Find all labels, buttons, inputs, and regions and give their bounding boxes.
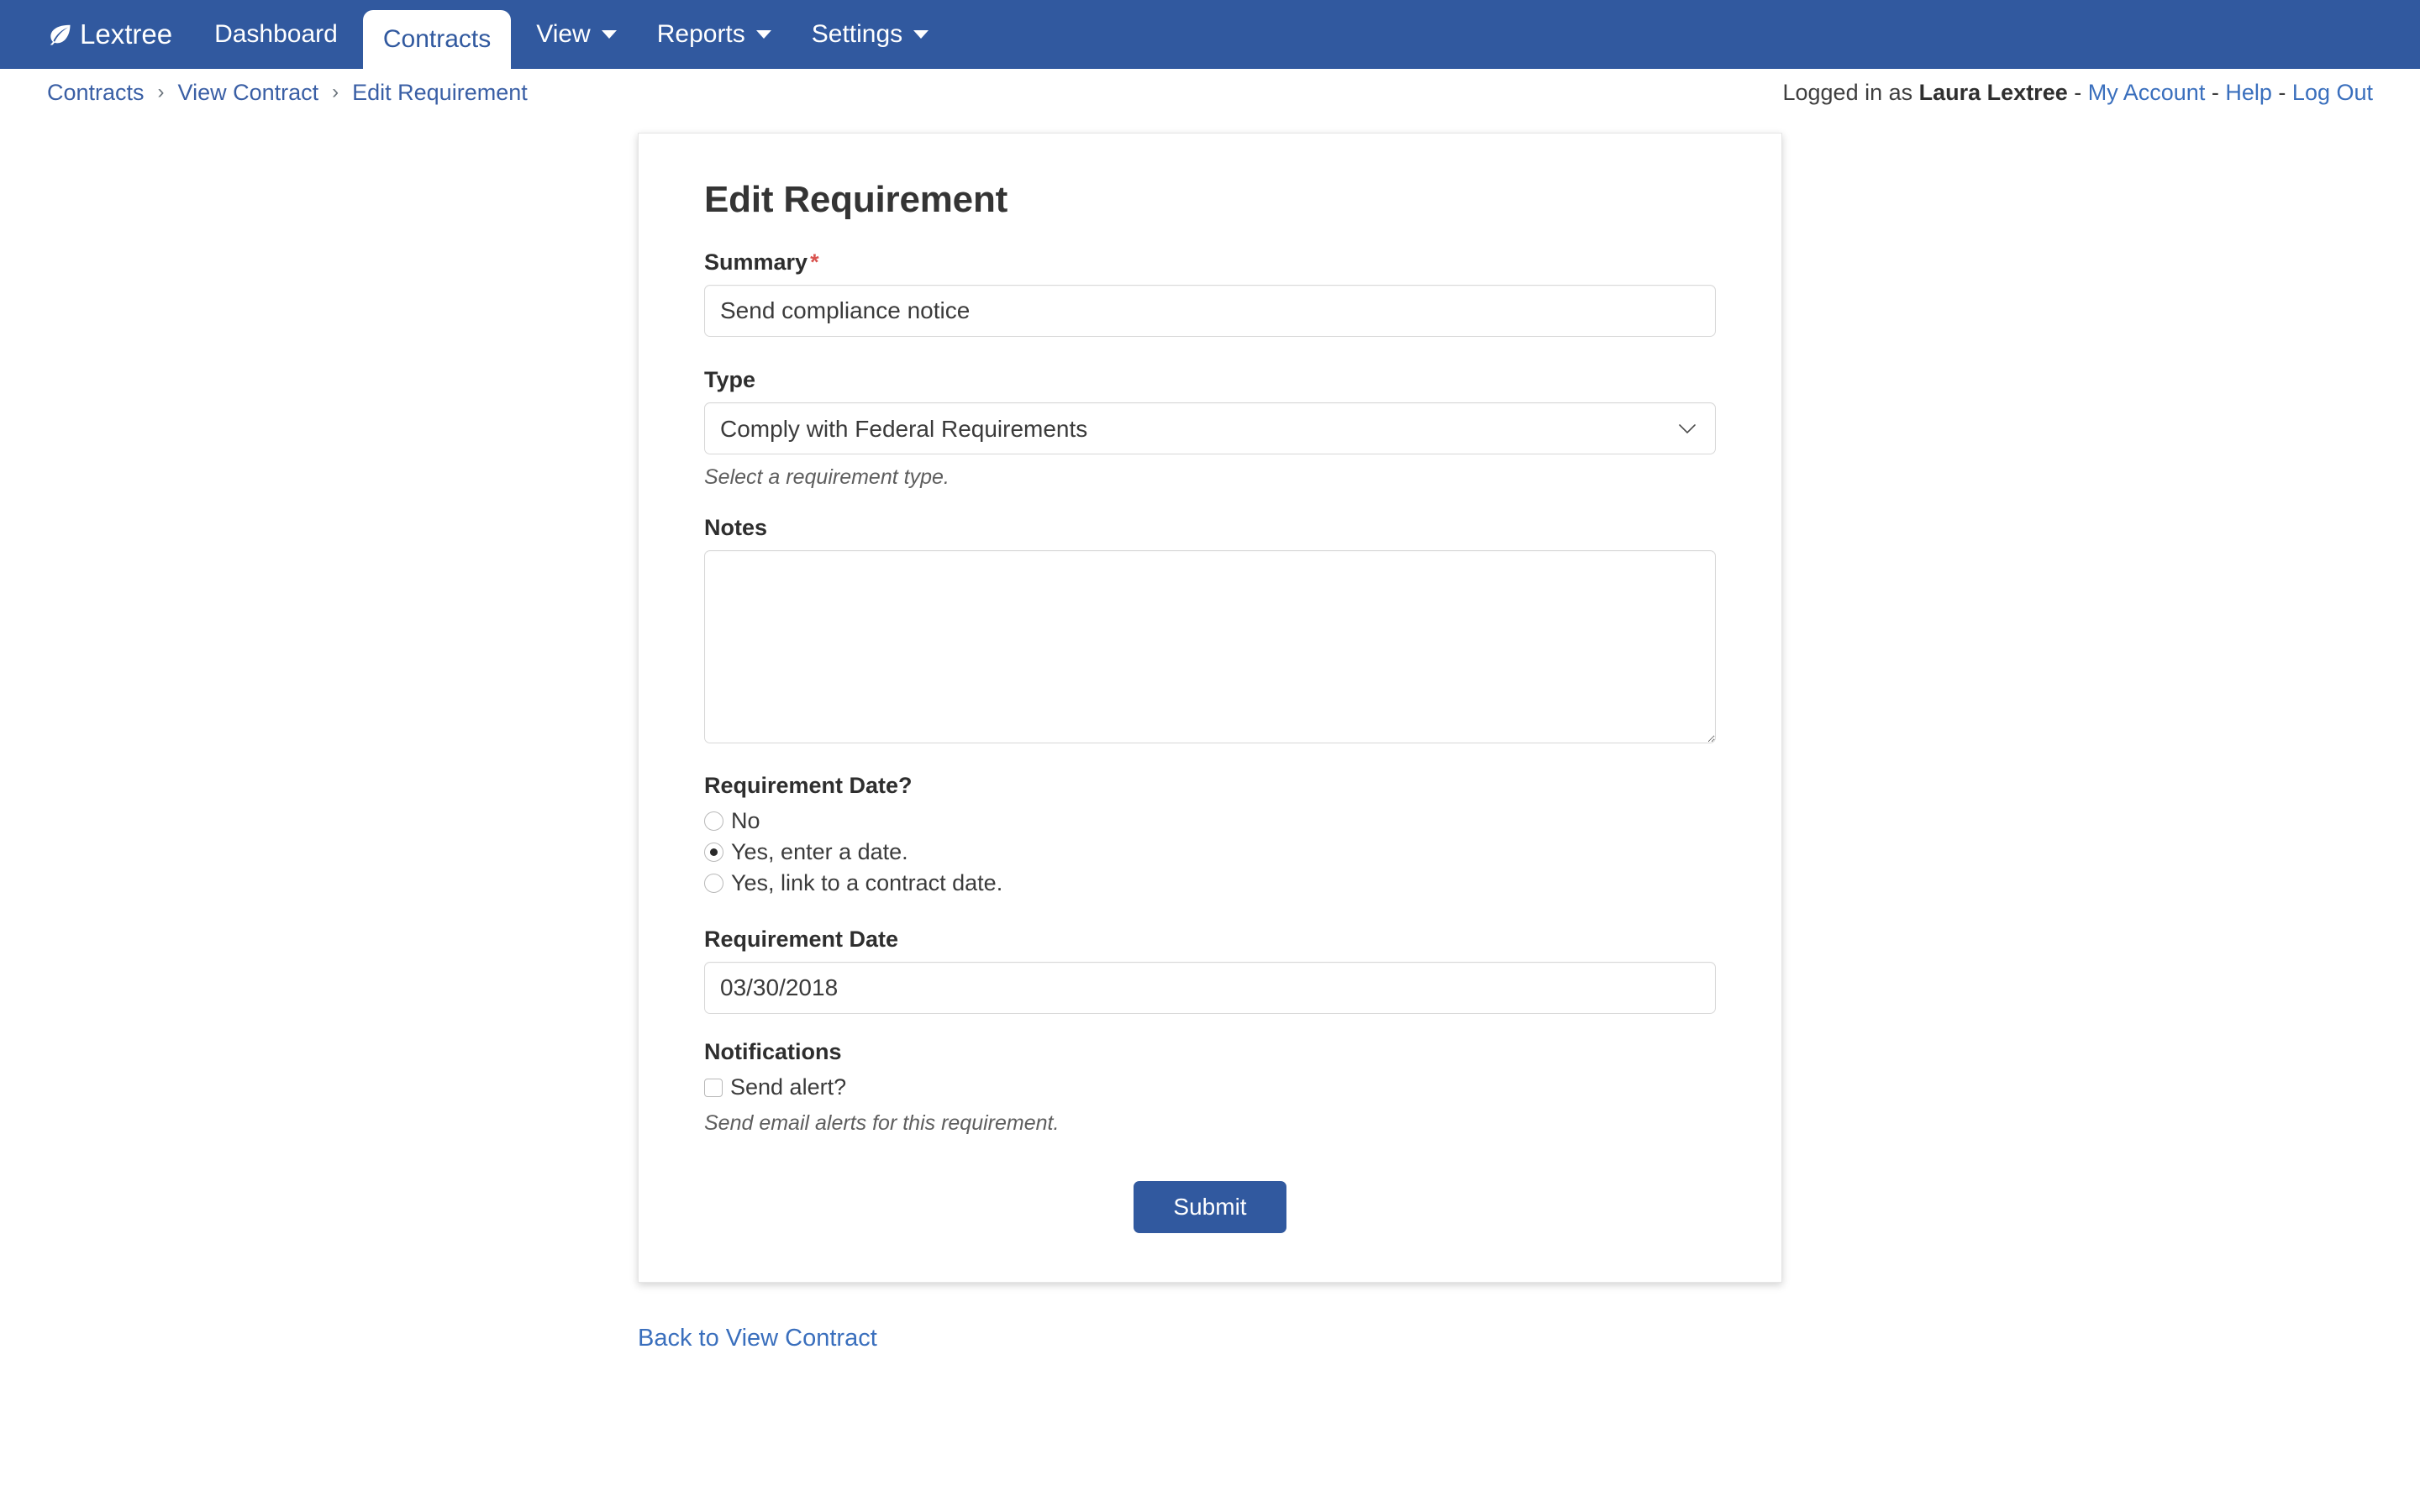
type-help-text: Select a requirement type. xyxy=(704,465,950,489)
radio-option-no[interactable]: No xyxy=(704,808,1716,834)
type-label: Type xyxy=(704,367,756,392)
summary-label-text: Summary xyxy=(704,249,808,275)
notes-field-group: Notes xyxy=(704,515,1716,748)
top-navigation-bar: Lextree Dashboard Contracts View Reports… xyxy=(0,0,2420,69)
help-link[interactable]: Help xyxy=(2225,80,2272,105)
breadcrumb-item-contracts[interactable]: Contracts xyxy=(47,80,145,106)
nav-item-view[interactable]: View xyxy=(516,0,636,69)
requirement-date-label: Requirement Date xyxy=(704,927,899,952)
logged-in-prefix: Logged in as xyxy=(1782,79,1913,105)
notifications-label: Notifications xyxy=(704,1039,842,1064)
page-title: Edit Requirement xyxy=(704,179,1008,220)
radio-option-enter-date[interactable]: Yes, enter a date. xyxy=(704,839,1716,865)
my-account-link[interactable]: My Account xyxy=(2088,80,2206,105)
summary-input[interactable] xyxy=(704,285,1716,337)
radio-option-link-contract-date[interactable]: Yes, link to a contract date. xyxy=(704,870,1716,896)
requirement-date-input[interactable] xyxy=(704,962,1716,1014)
footer-links: Back to View Contract xyxy=(638,1283,1782,1352)
send-alert-checkbox-row[interactable]: Send alert? xyxy=(704,1074,1716,1100)
submit-button-container: Submit xyxy=(704,1181,1716,1233)
breadcrumb-separator-icon: › xyxy=(157,81,165,103)
required-asterisk-icon: * xyxy=(810,249,819,275)
breadcrumb-item-edit-requirement[interactable]: Edit Requirement xyxy=(352,80,528,106)
radio-option-no-label: No xyxy=(731,808,760,833)
brand-label: Lextree xyxy=(80,18,173,50)
type-select[interactable]: Comply with Federal Requirements xyxy=(704,402,1716,454)
breadcrumb-item-view-contract[interactable]: View Contract xyxy=(178,80,319,106)
notifications-help-text: Send email alerts for this requirement. xyxy=(704,1111,1060,1135)
userbar-separator: - xyxy=(2211,79,2219,105)
breadcrumb-separator-icon: › xyxy=(332,81,339,103)
chevron-down-icon xyxy=(913,30,929,39)
notes-textarea[interactable] xyxy=(704,550,1716,743)
submit-button[interactable]: Submit xyxy=(1134,1181,1286,1233)
send-alert-label: Send alert? xyxy=(730,1074,847,1100)
requirement-date-field-group: Requirement Date xyxy=(704,927,1716,1014)
nav-item-settings[interactable]: Settings xyxy=(792,0,949,69)
sub-header-bar: Contracts › View Contract › Edit Require… xyxy=(0,69,2420,116)
checkbox-icon[interactable] xyxy=(704,1078,723,1097)
requirement-date-question-label: Requirement Date? xyxy=(704,773,913,798)
radio-option-link-contract-date-label: Yes, link to a contract date. xyxy=(731,870,1003,895)
radio-icon-selected[interactable] xyxy=(704,843,723,862)
radio-icon[interactable] xyxy=(704,874,723,893)
nav-item-contracts-label: Contracts xyxy=(382,25,492,53)
leaf-icon xyxy=(47,22,72,47)
summary-field-group: Summary * xyxy=(704,249,1716,337)
page-content: Edit Requirement Summary* Type Comply wi… xyxy=(0,116,2420,1352)
breadcrumb: Contracts › View Contract › Edit Require… xyxy=(47,80,528,106)
logged-in-user-name: Laura Lextree xyxy=(1918,79,2068,105)
radio-icon[interactable] xyxy=(704,811,723,831)
nav-item-settings-label: Settings xyxy=(811,20,903,48)
radio-option-enter-date-label: Yes, enter a date. xyxy=(731,839,908,864)
type-select-wrapper: Comply with Federal Requirements xyxy=(704,402,1716,454)
log-out-link[interactable]: Log Out xyxy=(2292,80,2373,105)
brand-logo-link[interactable]: Lextree xyxy=(47,0,194,69)
userbar-separator: - xyxy=(2278,79,2286,105)
chevron-down-icon xyxy=(601,30,617,39)
back-to-view-contract-link[interactable]: Back to View Contract xyxy=(638,1325,877,1352)
nav-item-view-label: View xyxy=(536,20,591,48)
nav-item-dashboard-label: Dashboard xyxy=(214,20,338,48)
userbar-separator: - xyxy=(2074,79,2082,105)
edit-requirement-card: Edit Requirement Summary* Type Comply wi… xyxy=(638,133,1782,1283)
requirement-date-question-group: Requirement Date? No Yes, enter a date. … xyxy=(704,773,1716,896)
user-session-bar: Logged in as Laura Lextree - My Account … xyxy=(1782,80,2373,106)
notifications-field-group: Notifications Send alert? Send email ale… xyxy=(704,1039,1716,1136)
summary-label: Summary * xyxy=(704,249,1716,276)
chevron-down-icon xyxy=(755,30,771,39)
notes-label: Notes xyxy=(704,515,768,540)
nav-item-contracts[interactable]: Contracts xyxy=(362,10,512,69)
nav-item-reports[interactable]: Reports xyxy=(637,0,792,69)
type-field-group: Type Comply with Federal Requirements Se… xyxy=(704,367,1716,490)
nav-item-dashboard[interactable]: Dashboard xyxy=(194,0,358,69)
nav-item-reports-label: Reports xyxy=(656,20,745,48)
nav-items-container: Lextree Dashboard Contracts View Reports… xyxy=(47,0,949,69)
